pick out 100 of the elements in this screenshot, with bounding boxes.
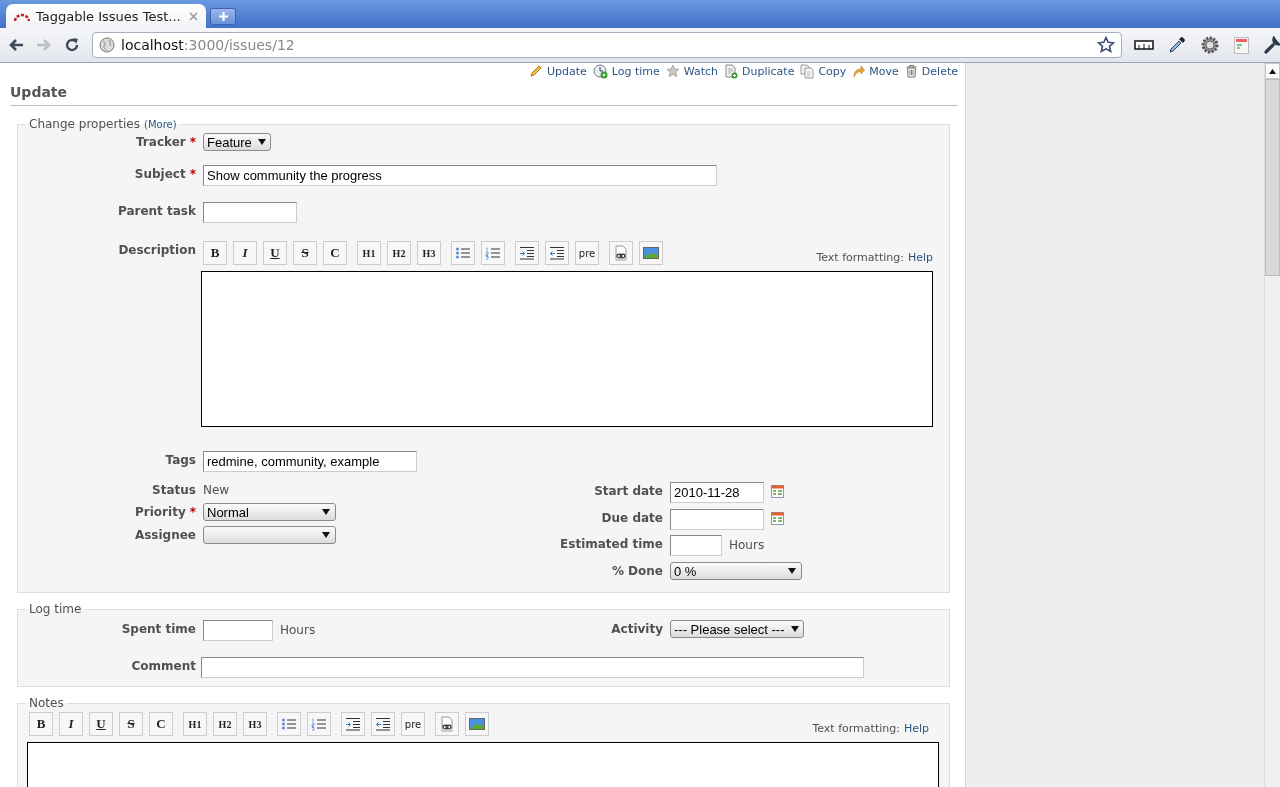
ruler-icon[interactable]	[1134, 39, 1154, 51]
format-button[interactable]: H3	[417, 241, 441, 265]
copy-icon	[800, 63, 815, 79]
required-mark: *	[189, 505, 196, 519]
field-label: Start date	[594, 484, 663, 498]
eyedropper-icon[interactable]	[1168, 36, 1186, 54]
clock-icon	[592, 63, 608, 79]
required-mark: *	[189, 135, 196, 149]
new-tab-button[interactable]	[210, 8, 236, 25]
format-button[interactable]: H2	[387, 241, 411, 265]
field-label: Tags	[165, 453, 196, 467]
gear-icon[interactable]	[1200, 35, 1220, 55]
indent-icon	[519, 246, 535, 260]
document-add-icon	[724, 63, 739, 79]
field-label: Priority	[135, 505, 186, 519]
input-field[interactable]: redmine, community, example	[203, 451, 417, 472]
dropdown[interactable]: 0 %	[670, 562, 802, 580]
field-label: Subject	[134, 167, 186, 181]
wrench-icon[interactable]	[1263, 36, 1280, 54]
input-field[interactable]	[203, 202, 297, 223]
format-button[interactable]	[435, 712, 459, 736]
format-button[interactable]: H1	[183, 712, 207, 736]
format-button[interactable]: U	[89, 712, 113, 736]
dropdown[interactable]: Normal	[203, 503, 336, 521]
caret-icon	[790, 626, 799, 632]
action-link[interactable]: Copy	[800, 64, 847, 78]
calendar-icon[interactable]	[771, 485, 784, 498]
input-field[interactable]: Show community the progress	[203, 165, 717, 186]
format-button[interactable]	[545, 241, 569, 265]
dropdown[interactable]: --- Please select ---	[670, 620, 804, 638]
format-button[interactable]: H2	[213, 712, 237, 736]
format-button[interactable]	[465, 712, 489, 736]
dropdown[interactable]: Feature	[203, 133, 271, 151]
field-label: Activity	[611, 622, 663, 636]
link-icon	[440, 716, 454, 732]
field-label: Estimated time	[560, 537, 663, 551]
caret-icon	[257, 139, 266, 145]
format-button[interactable]	[341, 712, 365, 736]
scrollbar[interactable]	[1264, 63, 1280, 787]
format-button[interactable]: I	[233, 241, 257, 265]
calendar-icon[interactable]	[771, 512, 784, 525]
input-field[interactable]	[670, 509, 764, 530]
field-label: Status	[152, 483, 196, 497]
action-link[interactable]: Duplicate	[724, 64, 795, 78]
format-button[interactable]: U	[263, 241, 287, 265]
format-button[interactable]	[371, 712, 395, 736]
bullet-list-icon	[455, 246, 471, 260]
format-button[interactable]: pre	[401, 712, 425, 736]
caret-icon	[322, 509, 330, 515]
action-link[interactable]: Watch	[665, 64, 719, 78]
numbered-list-icon	[485, 246, 501, 260]
close-icon[interactable]	[189, 11, 198, 21]
input-field[interactable]	[201, 657, 864, 678]
format-button[interactable]	[515, 241, 539, 265]
input-field[interactable]	[670, 535, 722, 556]
field-label: Spent time	[121, 622, 196, 636]
help-link[interactable]: Help	[903, 722, 929, 735]
format-button[interactable]: C	[149, 712, 173, 736]
back-icon[interactable]	[8, 38, 24, 52]
format-button[interactable]: pre	[575, 241, 599, 265]
star-icon[interactable]	[1097, 36, 1115, 54]
up-arrow-icon[interactable]	[1269, 68, 1276, 74]
outdent-icon	[375, 717, 391, 731]
status-value: New	[203, 482, 230, 497]
action-link[interactable]: Delete	[904, 64, 958, 78]
unit-label: Hours	[280, 622, 316, 637]
numbered-list-icon	[311, 717, 327, 731]
format-button[interactable]: B	[203, 241, 227, 265]
caret-icon	[322, 532, 330, 538]
format-button[interactable]: H3	[243, 712, 267, 736]
action-link[interactable]: Log time	[592, 64, 660, 78]
format-button[interactable]	[639, 241, 663, 265]
page-icon[interactable]	[1234, 36, 1249, 54]
format-button[interactable]: C	[323, 241, 347, 265]
address-bar[interactable]: localhost:3000/issues/12	[92, 32, 1122, 58]
curved-arrow-icon	[852, 64, 866, 78]
more-link[interactable]: (More)	[144, 119, 177, 130]
required-mark: *	[189, 167, 196, 181]
format-button[interactable]: S	[119, 712, 143, 736]
format-button[interactable]: B	[29, 712, 53, 736]
format-button[interactable]: S	[293, 241, 317, 265]
globe-icon	[99, 37, 115, 53]
format-button[interactable]: H1	[357, 241, 381, 265]
panel-legend: Log time	[29, 602, 82, 616]
action-link[interactable]: Move	[852, 64, 899, 78]
action-link[interactable]: Update	[528, 64, 587, 78]
input-field[interactable]: 2010-11-28	[670, 482, 764, 503]
star-icon	[665, 64, 680, 78]
field-label: Description	[118, 243, 196, 257]
browser-tab[interactable]: Taggable Issues Test...	[6, 4, 206, 28]
outdent-icon	[549, 246, 565, 260]
input-field[interactable]	[203, 620, 273, 641]
help-link[interactable]: Help	[907, 251, 933, 264]
format-button[interactable]	[609, 241, 633, 265]
caret-icon	[788, 568, 796, 574]
formatting-label: Text formatting:	[812, 722, 900, 735]
plus-icon	[218, 12, 228, 21]
reload-icon[interactable]	[64, 37, 80, 53]
format-button[interactable]: I	[59, 712, 83, 736]
dropdown[interactable]	[203, 526, 336, 544]
